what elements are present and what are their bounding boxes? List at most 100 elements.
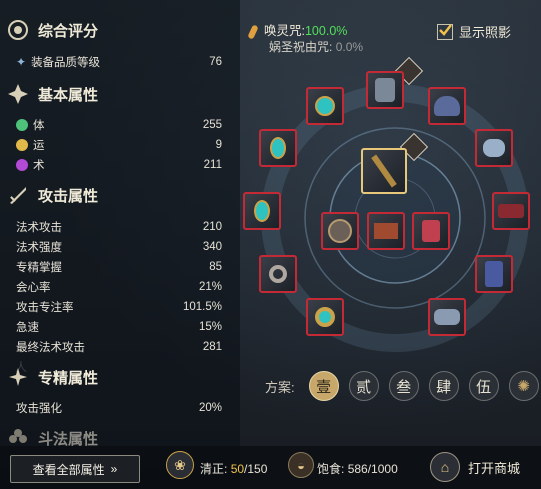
attack-row: 法术强度 340 <box>16 239 222 255</box>
food-stat: 饱食: 586/1000 <box>317 460 398 477</box>
attack-value: 21% <box>198 281 222 293</box>
luck-icon <box>16 139 28 151</box>
section-basic-title: 基本属性 <box>38 86 99 104</box>
show-photo-label: 显示照影 <box>459 25 512 40</box>
body-icon <box>16 119 28 131</box>
diamond-star-icon <box>6 82 30 106</box>
equip-slot-earring-2[interactable] <box>243 192 281 230</box>
shop-icon: ⌂ <box>430 452 460 482</box>
attack-row: 攻击专注率 101.5% <box>16 299 222 315</box>
orb-icon <box>328 219 352 243</box>
plan-button-1[interactable]: 壹 <box>308 371 339 401</box>
basic-label-luck: 运 <box>33 140 45 152</box>
jar-icon <box>422 220 440 242</box>
basic-row-luck: 运 9 <box>16 137 222 153</box>
equip-slot-earring-1[interactable] <box>259 129 297 167</box>
section-basic: 基本属性 <box>6 82 98 106</box>
basic-label-body: 体 <box>33 120 45 132</box>
sword-icon <box>6 183 30 207</box>
section-mastery: 专精属性 <box>6 365 98 389</box>
equip-slot-talisman-1[interactable] <box>321 212 359 250</box>
mastery-value: 20% <box>198 402 222 414</box>
gear-icon: ✺ <box>517 377 530 395</box>
food-label: 饱食: <box>317 462 345 476</box>
pants-icon <box>485 261 503 287</box>
wrench-icon: ✦ <box>16 55 27 69</box>
ring-icon <box>269 265 287 283</box>
clear-max: /150 <box>244 462 268 476</box>
scroll-icon <box>374 223 398 239</box>
equip-slot-talisman-2[interactable] <box>367 212 405 250</box>
belt-icon <box>498 204 524 218</box>
plan-button-4[interactable]: 肆 <box>428 371 459 401</box>
earring-icon <box>254 200 270 222</box>
equip-slot-hand[interactable] <box>366 71 404 109</box>
attack-label: 法术攻击 <box>16 222 62 234</box>
basic-label-art: 术 <box>33 160 45 172</box>
double-chevron-right-icon: » <box>110 462 118 476</box>
show-photo-checkbox[interactable]: 显示照影 <box>437 22 511 41</box>
open-shop-button[interactable]: ⌂ 打开商城 <box>430 452 520 482</box>
equip-slot-weapon[interactable] <box>361 148 407 194</box>
section-overall: 综合评分 <box>6 18 98 42</box>
view-all-attributes-button[interactable]: 查看全部属性 » <box>10 455 140 483</box>
basic-row-body: 体 255 <box>16 117 222 133</box>
attack-label: 攻击专注率 <box>16 302 74 314</box>
section-attack-title: 攻击属性 <box>38 187 99 205</box>
equip-slot-belt[interactable] <box>492 192 530 230</box>
basic-value-body: 255 <box>202 119 222 131</box>
plan-button-2[interactable]: 贰 <box>348 371 379 401</box>
attack-row: 法术攻击 210 <box>16 219 222 235</box>
section-attack: 攻击属性 <box>6 183 98 207</box>
helmet-icon <box>434 96 460 116</box>
plan-button-5[interactable]: 伍 <box>468 371 499 401</box>
food-value: 586/1000 <box>347 462 398 476</box>
gear-quality-label: 装备品质等级 <box>31 57 101 69</box>
attack-value: 281 <box>202 341 222 353</box>
food-bowl-icon: ◒ <box>288 452 314 478</box>
equip-slot-boots[interactable] <box>428 298 466 336</box>
basic-row-art: 术 211 <box>16 157 222 173</box>
attack-label: 会心率 <box>16 282 51 294</box>
plan-button-3[interactable]: 叁 <box>388 371 419 401</box>
section-mastery-title: 专精属性 <box>38 369 99 387</box>
basic-value-luck: 9 <box>215 139 222 151</box>
earring-icon <box>270 137 286 159</box>
equip-slot-shoulder[interactable] <box>475 129 513 167</box>
pill-icon <box>247 24 259 40</box>
gear-quality-row: ✦ 装备品质等级 76 <box>16 54 222 70</box>
boots-icon <box>434 309 460 325</box>
shoulder-icon <box>483 139 505 157</box>
clear-value: 50 <box>230 462 245 476</box>
attribute-panel: 人 综合评分 ✦ 装备品质等级 76 基本属性 体 255 运 9 术 211 攻… <box>0 0 240 489</box>
attack-value: 15% <box>198 321 222 333</box>
mastery-row: 攻击强化 20% <box>16 400 222 416</box>
summon-curse-value: 100.0% <box>304 24 348 38</box>
plan-settings-button[interactable]: ✺ <box>508 371 539 401</box>
equip-slot-ring-1[interactable] <box>259 255 297 293</box>
equip-slot-ring-2[interactable] <box>306 298 344 336</box>
checkbox-checked-icon <box>437 23 453 40</box>
blessing-curse-line: 娲圣祝由咒: 0.0% <box>269 38 363 55</box>
equip-slot-necklace[interactable] <box>306 87 344 125</box>
view-all-label: 查看全部属性 <box>32 462 105 477</box>
attack-row: 急速 15% <box>16 319 222 335</box>
equip-slot-pants[interactable] <box>475 255 513 293</box>
attack-label: 急速 <box>16 322 39 334</box>
basic-value-art: 211 <box>203 159 222 171</box>
attack-label: 最终法术攻击 <box>16 342 85 354</box>
open-shop-label: 打开商城 <box>468 460 521 476</box>
equip-slot-talisman-3[interactable] <box>412 212 450 250</box>
staff-icon <box>371 154 397 188</box>
attack-value: 101.5% <box>182 301 222 313</box>
summon-curse-label: 唤灵咒: <box>264 24 305 38</box>
ring-icon <box>315 307 335 327</box>
necklace-icon <box>315 96 335 116</box>
attack-label: 法术强度 <box>16 242 62 254</box>
art-icon <box>16 159 28 171</box>
equip-slot-helmet[interactable] <box>428 87 466 125</box>
attack-label: 专精掌握 <box>16 262 62 274</box>
attack-value: 340 <box>202 241 222 253</box>
gear-quality-value: 76 <box>209 56 222 68</box>
mastery-label: 攻击强化 <box>16 403 62 415</box>
